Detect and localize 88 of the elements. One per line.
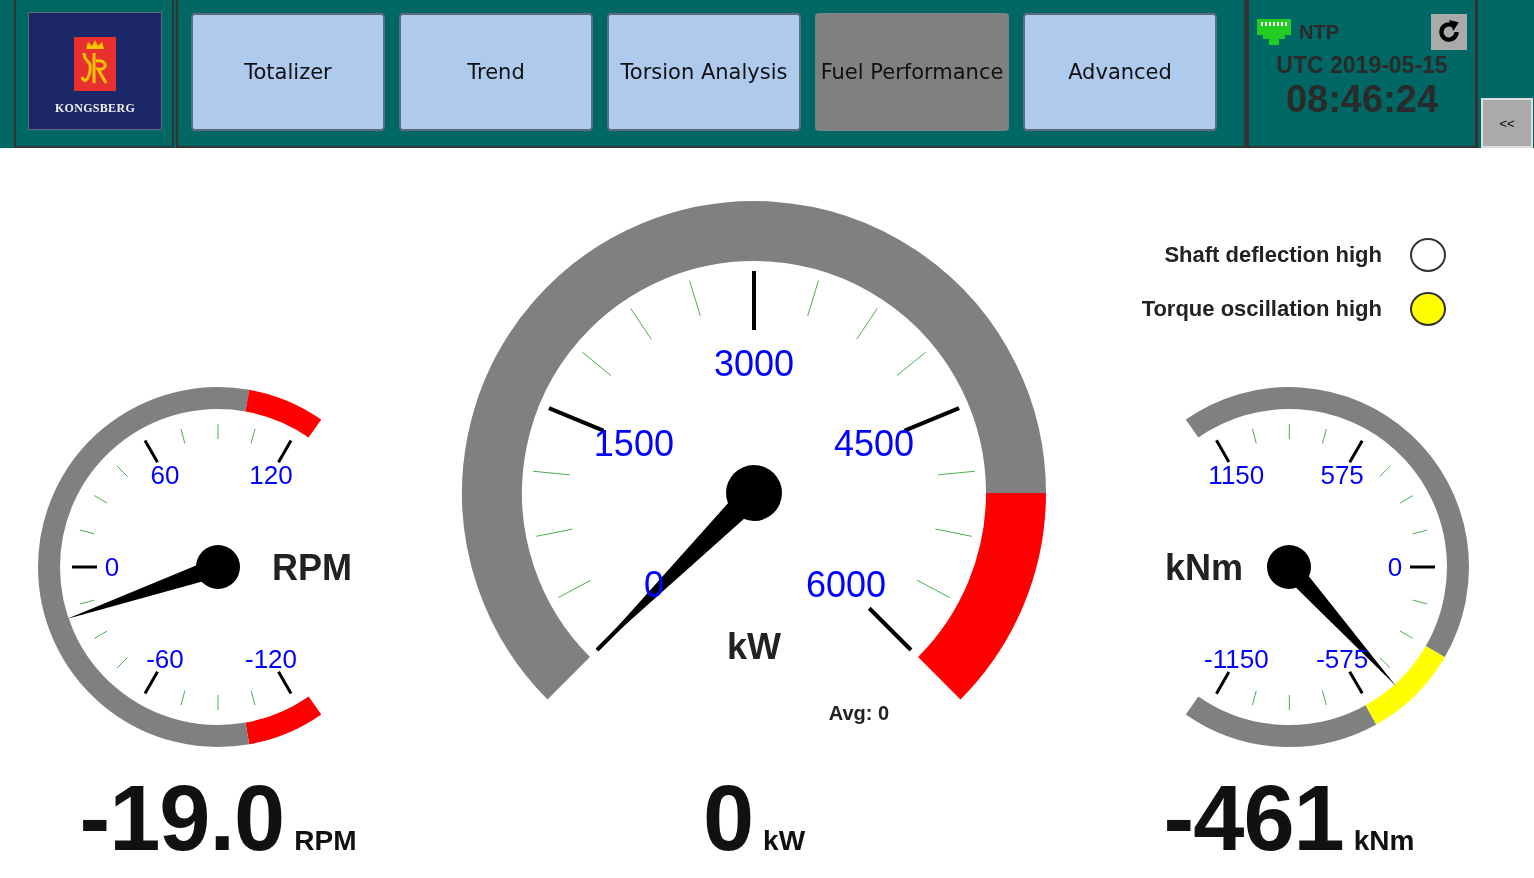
alarm-label: Shaft deflection high xyxy=(1164,242,1382,268)
collapse-button[interactable]: << xyxy=(1481,98,1533,148)
major-tick xyxy=(1348,670,1364,695)
nav-tab[interactable]: Advanced xyxy=(1023,13,1217,131)
minor-tick xyxy=(93,630,108,639)
crown-emblem-icon xyxy=(74,37,116,91)
readout-value: 0 xyxy=(702,772,754,864)
refresh-button[interactable] xyxy=(1431,14,1467,50)
minor-tick xyxy=(535,528,574,537)
gauge-unit: kW xyxy=(727,625,781,667)
scale-label: -120 xyxy=(245,643,297,674)
scale-label: 3000 xyxy=(713,342,795,384)
scale-label: 0 xyxy=(1387,552,1403,582)
ntp-label: NTP xyxy=(1299,20,1340,44)
major-tick xyxy=(143,439,159,463)
minor-tick xyxy=(916,579,951,599)
major-tick xyxy=(1410,565,1435,569)
scale-label: 6000 xyxy=(805,564,886,606)
minor-tick xyxy=(1412,529,1428,535)
minor-tick xyxy=(581,351,612,377)
major-tick xyxy=(277,671,293,695)
scale-label: 1500 xyxy=(593,422,674,464)
readout-unit: kW xyxy=(763,825,806,857)
minor-tick xyxy=(116,657,128,669)
minor-tick xyxy=(532,470,571,476)
scale-label: -575 xyxy=(1316,643,1369,674)
minor-tick xyxy=(807,280,819,317)
minor-tick xyxy=(557,579,592,599)
minor-tick xyxy=(1379,656,1391,669)
nav-tab[interactable]: Totalizer xyxy=(191,13,385,131)
major-tick xyxy=(72,565,97,569)
minor-tick xyxy=(1321,690,1327,706)
minor-tick xyxy=(896,351,927,377)
nav-tab[interactable]: Torsion Analysis xyxy=(607,13,801,131)
minor-tick xyxy=(1288,694,1290,711)
clock-date: UTC 2019-05-15 xyxy=(1276,52,1448,79)
minor-tick xyxy=(1399,495,1414,504)
minor-tick xyxy=(1251,690,1257,706)
minor-tick xyxy=(1251,428,1257,444)
minor-tick xyxy=(856,307,878,340)
minor-tick xyxy=(1412,599,1428,605)
clock-time: 08:46:24 xyxy=(1285,79,1439,119)
major-tick xyxy=(1348,439,1364,464)
major-tick xyxy=(1215,671,1231,695)
minor-tick xyxy=(180,690,186,706)
major-tick xyxy=(277,439,293,463)
readout-unit: RPM xyxy=(294,825,357,857)
readout-value: -19.0 xyxy=(79,772,285,864)
scale-label: 60 xyxy=(150,460,180,491)
scale-label: 575 xyxy=(1320,460,1364,491)
nav-tab[interactable]: Fuel Performance xyxy=(815,13,1009,131)
scale-label: 4500 xyxy=(834,422,915,464)
gauge-unit: kNm xyxy=(1165,546,1243,588)
logo-text: KONGSBERG xyxy=(54,101,136,116)
minor-tick xyxy=(79,599,95,605)
minor-tick xyxy=(630,307,652,340)
minor-tick xyxy=(1288,423,1290,440)
major-tick xyxy=(143,671,159,695)
minor-tick xyxy=(116,465,128,477)
network-icon xyxy=(1257,19,1291,45)
nav-tab[interactable]: Trend xyxy=(399,13,593,131)
readout-unit: kNm xyxy=(1353,825,1415,857)
minor-tick xyxy=(934,528,973,537)
alarm-label: Torque oscillation high xyxy=(1141,296,1382,322)
refresh-icon xyxy=(1436,19,1462,45)
scale-label: 120 xyxy=(249,460,293,491)
minor-tick xyxy=(1399,630,1414,639)
minor-tick xyxy=(217,694,219,711)
minor-tick xyxy=(217,423,219,440)
major-tick xyxy=(867,606,913,652)
minor-tick xyxy=(250,690,256,706)
minor-tick xyxy=(250,428,256,444)
minor-tick xyxy=(937,470,976,476)
scale-label: -60 xyxy=(146,643,184,674)
minor-tick xyxy=(79,529,95,535)
major-tick xyxy=(1215,439,1231,463)
minor-tick xyxy=(1321,428,1327,444)
minor-tick xyxy=(689,280,701,317)
scale-label: 0 xyxy=(104,552,120,582)
minor-tick xyxy=(93,495,108,504)
average-label: Avg: 0 xyxy=(828,702,890,724)
minor-tick xyxy=(180,428,186,444)
readout-value: -461 xyxy=(1163,772,1344,864)
minor-tick xyxy=(1379,465,1391,478)
gauge-unit: RPM xyxy=(272,546,352,588)
scale-label: -1150 xyxy=(1204,644,1269,674)
scale-label: 1150 xyxy=(1208,460,1265,490)
major-tick xyxy=(752,271,756,330)
